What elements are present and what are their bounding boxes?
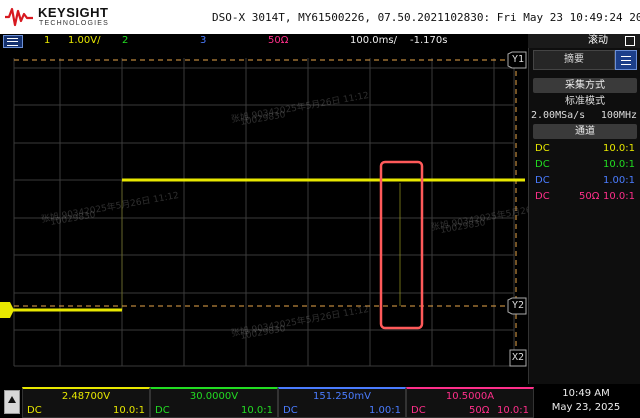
ch1-trace (0, 178, 525, 312)
ch1-scale[interactable]: 1.00V/ (68, 34, 100, 48)
ch3-offset: 151.250mV (313, 391, 371, 402)
ch1-label[interactable]: 1 (44, 34, 50, 48)
bottom-status-bar: 2.48700V DC 10.0:1 30.0000V DC 10.0:1 15… (0, 384, 640, 418)
bandwidth: 100MHz (600, 110, 637, 121)
instrument-title: DSO-X 3014T, MY61500226, 07.50.202110283… (212, 11, 640, 24)
ch2-offset-box[interactable]: 30.0000V DC 10.0:1 (150, 387, 278, 418)
panel-ch1-row: DC 10.0:1 (535, 143, 635, 154)
ch2-offset: 30.0000V (189, 391, 239, 402)
run-mode-indicator[interactable]: 滚动 (528, 34, 640, 48)
tab-summary[interactable]: 摘要 (533, 50, 615, 70)
clock: 10:49 AM May 23, 2025 (536, 387, 636, 415)
ch1-offset-box[interactable]: 2.48700V DC 10.0:1 (22, 387, 150, 418)
keysight-wave-icon (5, 7, 33, 27)
ch4-impedance[interactable]: 50Ω (268, 34, 288, 48)
instrument-header: KEYSIGHT TECHNOLOGIES DSO-X 3014T, MY615… (0, 0, 640, 34)
sample-rate: 2.00MSa/s (531, 110, 586, 121)
summary-panel: 摘要 采集方式 标准模式 2.00MSa/s 100MHz 通道 DC 10.0… (528, 48, 640, 384)
clock-time: 10:49 AM (562, 388, 610, 399)
brand-subtitle: TECHNOLOGIES (39, 20, 110, 27)
timebase-scale[interactable]: 100.0ms/ (350, 34, 397, 48)
ch3-label[interactable]: 3 (200, 34, 206, 48)
acquisition-header[interactable]: 采集方式 (533, 78, 637, 93)
brand-name: KEYSIGHT (38, 5, 109, 20)
stop-square-icon (625, 36, 635, 46)
panel-ch4-row: DC 50Ω 10.0:1 (535, 191, 635, 202)
menu-icon[interactable] (615, 50, 637, 70)
acquisition-mode: 标准模式 (565, 96, 605, 107)
highlight-box (379, 160, 424, 330)
ch4-offset: 10.5000A (445, 391, 495, 402)
y2-label[interactable]: Y2 (512, 300, 524, 311)
x2-label[interactable]: X2 (512, 352, 524, 363)
panel-ch2-row: DC 10.0:1 (535, 159, 635, 170)
ch3-offset-box[interactable]: 151.250mV DC 1.00:1 (278, 387, 406, 418)
ch1-ground-marker (0, 302, 14, 318)
ch1-offset: 2.48700V (61, 391, 111, 402)
ch2-label[interactable]: 2 (122, 34, 128, 48)
time-delay[interactable]: -1.170s (410, 34, 447, 48)
y1-label[interactable]: Y1 (512, 54, 524, 65)
ch4-offset-box[interactable]: 10.5000A DC 50Ω 10.0:1 (406, 387, 534, 418)
grid-menu-icon[interactable] (3, 35, 23, 48)
panel-ch3-row: DC 1.00:1 (535, 175, 635, 186)
clock-date: May 23, 2025 (551, 402, 621, 413)
channel-header[interactable]: 通道 (533, 124, 637, 139)
waveform-display[interactable]: Y1 Y2 X2 张旭 90342025年5月26日 11:12 1002983… (0, 48, 528, 384)
up-arrow-icon[interactable] (4, 390, 20, 414)
run-mode-label: 滚动 (588, 35, 608, 46)
